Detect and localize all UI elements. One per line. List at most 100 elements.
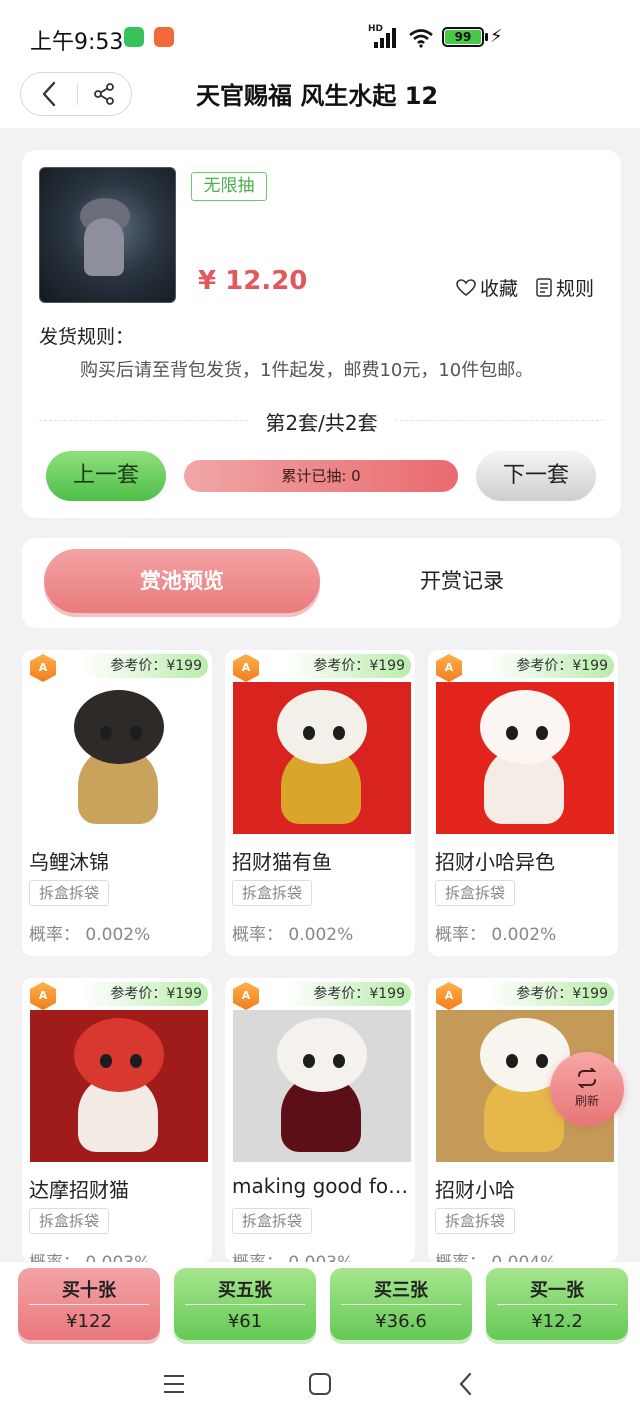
header: 天官赐福 风生水起 12: [0, 72, 640, 128]
buy-label: 买三张: [374, 1280, 428, 1301]
shipping-text: 购买后请至背包发货，1件起发，邮费10元，10件包邮。: [80, 360, 534, 381]
reference-price: 参考价：¥199: [285, 982, 411, 1006]
prize-name: 招财小哈异色: [435, 850, 555, 874]
status-bar: 上午9:53 HD 99 ⚡: [0, 0, 640, 72]
bolt-icon: ⚡: [490, 26, 503, 47]
wifi-icon: [409, 29, 433, 48]
level-badge-icon: A: [30, 654, 56, 682]
status-time: 上午9:53: [30, 30, 124, 55]
buy-price: ¥36.6: [375, 1311, 427, 1332]
purchase-bar: 买十张 ¥122 买五张 ¥61 买三张 ¥36.6 买一张 ¥12.2: [0, 1262, 640, 1346]
prize-probability: 概率： 0.002%: [29, 925, 151, 945]
battery-tip: [485, 33, 488, 41]
prize-header: A 参考价：¥199: [428, 978, 618, 1010]
product-image: [39, 167, 176, 303]
prize-tag: 拆盒拆袋: [29, 1208, 109, 1234]
reference-price: 参考价：¥199: [488, 654, 614, 678]
next-set-button[interactable]: 下一套: [476, 451, 596, 501]
prize-image: [233, 1010, 411, 1162]
app-notification-icon-2: [154, 27, 174, 47]
prize-card[interactable]: A 参考价：¥199 招财小哈异色 拆盒拆袋概率： 0.002%: [428, 650, 618, 956]
set-info: 第2套/共2套: [249, 411, 394, 435]
buy-three-button[interactable]: 买三张 ¥36.6: [330, 1268, 472, 1340]
tab-prize-preview[interactable]: 赏池预览: [44, 549, 320, 613]
prize-card[interactable]: A 参考价：¥199 招财猫有鱼 拆盒拆袋 概率： 0.002%: [225, 650, 415, 956]
prize-tag: 拆盒拆袋: [232, 880, 312, 906]
level-badge-icon: A: [233, 654, 259, 682]
buy-price: ¥61: [227, 1311, 263, 1332]
reference-price: 参考价：¥199: [285, 654, 411, 678]
product-price: ¥ 12.20: [198, 266, 308, 296]
app-notification-icon: [124, 27, 144, 47]
prize-tag: 拆盒拆袋: [232, 1208, 312, 1234]
rules-label: 规则: [556, 278, 595, 300]
buy-label: 买五张: [218, 1280, 272, 1301]
prize-image: [233, 682, 411, 834]
share-icon: [94, 83, 115, 105]
set-indicator: 第2套/共2套: [22, 407, 621, 436]
prize-header: A 参考价：¥199: [225, 978, 415, 1010]
prize-name: 达摩招财猫: [29, 1178, 129, 1202]
system-nav-bar: [0, 1346, 640, 1422]
prize-probability: 概率： 0.002%: [435, 925, 557, 945]
rules-button[interactable]: 规则: [536, 274, 594, 301]
share-button[interactable]: [77, 72, 131, 116]
reference-price: 参考价：¥199: [82, 654, 208, 678]
refresh-button[interactable]: 刷新: [550, 1052, 624, 1126]
menu-icon: [164, 1375, 184, 1393]
prize-name: making good fortune: [232, 1174, 410, 1198]
system-back-button[interactable]: [452, 1370, 480, 1398]
battery-icon: 99: [442, 27, 484, 47]
battery-level: 99: [445, 30, 481, 44]
level-badge-icon: A: [30, 982, 56, 1010]
buy-label: 买十张: [62, 1280, 116, 1301]
page-title: 天官赐福 风生水起 12: [196, 82, 439, 110]
home-button[interactable]: [306, 1370, 334, 1398]
prize-name: 乌鲤沐锦: [29, 850, 109, 874]
nav-capsule: [20, 72, 132, 116]
prize-header: A 参考价：¥199: [225, 650, 415, 682]
prize-header: A 参考价：¥199: [22, 650, 212, 682]
status-indicators: HD: [368, 24, 434, 48]
prev-set-button[interactable]: 上一套: [46, 451, 166, 501]
refresh-icon: [577, 1067, 597, 1089]
buy-five-button[interactable]: 买五张 ¥61: [174, 1268, 316, 1340]
prize-card[interactable]: A 参考价：¥199 达摩招财猫拆盒拆袋概率： 0.003%: [22, 978, 212, 1262]
prize-probability: 概率： 0.004%: [435, 1248, 556, 1262]
unlimited-tag: 无限抽: [191, 172, 267, 201]
back-button[interactable]: [21, 72, 77, 116]
prize-image: [30, 682, 208, 834]
buy-ten-button[interactable]: 买十张 ¥122: [18, 1268, 160, 1340]
prize-image: [436, 682, 614, 834]
product-card: 无限抽 ¥ 12.20 收藏 规则 发货规则： 购买后请至背包发货，1件起发，邮…: [22, 150, 621, 518]
buy-label: 买一张: [530, 1280, 584, 1301]
shipping-label: 发货规则：: [39, 326, 135, 348]
tab-draw-records[interactable]: 开赏记录: [352, 549, 572, 613]
prize-name: 招财猫有鱼: [232, 850, 332, 874]
buy-price: ¥122: [66, 1311, 112, 1332]
prize-tag: 拆盒拆袋: [435, 880, 515, 906]
level-badge-icon: A: [436, 654, 462, 682]
prize-tag: 拆盒拆袋: [29, 880, 109, 906]
buy-one-button[interactable]: 买一张 ¥12.2: [486, 1268, 628, 1340]
level-badge-icon: A: [436, 982, 462, 1010]
document-icon: [536, 278, 552, 297]
drawn-count-bar: 累计已抽: 0: [184, 460, 458, 492]
prize-name: 招财小哈: [435, 1178, 515, 1202]
chevron-left-icon: [42, 81, 55, 107]
reference-price: 参考价：¥199: [82, 982, 208, 1006]
tabs-card: 赏池预览 开赏记录: [22, 538, 621, 628]
prize-card[interactable]: A 参考价：¥199 making good fortune 拆盒拆袋概率： 0.00…: [225, 978, 415, 1262]
prize-image: [30, 1010, 208, 1162]
prize-card[interactable]: A 参考价：¥199 乌鲤沐锦拆盒拆袋概率： 0.002%: [22, 650, 212, 956]
buy-price: ¥12.2: [531, 1311, 583, 1332]
prize-tag: 拆盒拆袋: [435, 1208, 515, 1234]
reference-price: 参考价：¥199: [488, 982, 614, 1006]
prize-header: A 参考价：¥199: [428, 650, 618, 682]
prize-probability: 概率： 0.003%: [232, 1248, 353, 1262]
prize-probability: 概率： 0.003%: [29, 1248, 150, 1262]
heart-icon: [456, 278, 476, 296]
menu-button[interactable]: [160, 1370, 188, 1398]
favorite-button[interactable]: 收藏: [456, 274, 518, 301]
favorite-label: 收藏: [480, 278, 519, 300]
